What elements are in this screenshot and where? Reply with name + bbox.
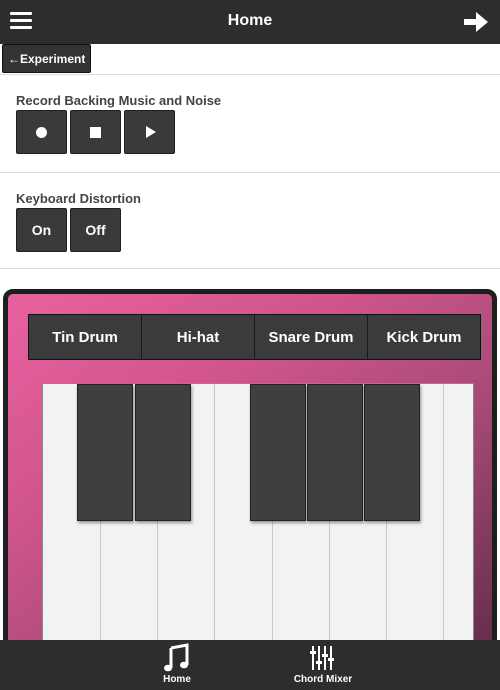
- black-key[interactable]: [135, 384, 191, 521]
- divider: [0, 172, 500, 173]
- stop-icon: [90, 126, 101, 138]
- mixer-sliders-icon: [310, 646, 334, 670]
- white-key[interactable]: [444, 384, 473, 642]
- nav-home-label: Home: [163, 674, 191, 685]
- instrument-panel: Tin Drum Hi-hat Snare Drum Kick Drum: [3, 289, 497, 690]
- black-key[interactable]: [364, 384, 420, 521]
- black-key[interactable]: [307, 384, 363, 521]
- hi-hat-button[interactable]: Hi-hat: [142, 315, 255, 359]
- drum-pad-bar: Tin Drum Hi-hat Snare Drum Kick Drum: [28, 314, 481, 360]
- play-button[interactable]: [124, 110, 175, 154]
- stop-button[interactable]: [70, 110, 121, 154]
- page-title: Home: [227, 12, 273, 29]
- nav-home[interactable]: Home: [117, 640, 237, 690]
- music-note-icon: [164, 643, 189, 672]
- divider: [0, 74, 500, 75]
- kick-drum-button[interactable]: Kick Drum: [368, 315, 480, 359]
- tin-drum-button[interactable]: Tin Drum: [29, 315, 142, 359]
- record-button[interactable]: [16, 110, 67, 154]
- black-key[interactable]: [250, 384, 306, 521]
- bottom-nav: Home Chord Mixer: [0, 640, 500, 690]
- record-section-label: Record Backing Music and Noise: [16, 93, 222, 108]
- piano-keyboard: [42, 383, 474, 643]
- play-icon: [145, 126, 156, 138]
- distortion-section-label: Keyboard Distortion: [16, 191, 141, 206]
- divider: [0, 268, 500, 269]
- record-icon: [36, 126, 47, 138]
- nav-chord-mixer-label: Chord Mixer: [293, 674, 353, 685]
- snare-drum-button[interactable]: Snare Drum: [255, 315, 368, 359]
- distortion-on-button[interactable]: On: [16, 208, 67, 252]
- arrow-right-icon[interactable]: [462, 8, 490, 36]
- black-key[interactable]: [77, 384, 133, 521]
- distortion-off-button[interactable]: Off: [70, 208, 121, 252]
- back-button[interactable]: ←Experiment: [2, 44, 92, 73]
- nav-chord-mixer[interactable]: Chord Mixer: [263, 640, 383, 690]
- top-bar: Home: [0, 0, 500, 44]
